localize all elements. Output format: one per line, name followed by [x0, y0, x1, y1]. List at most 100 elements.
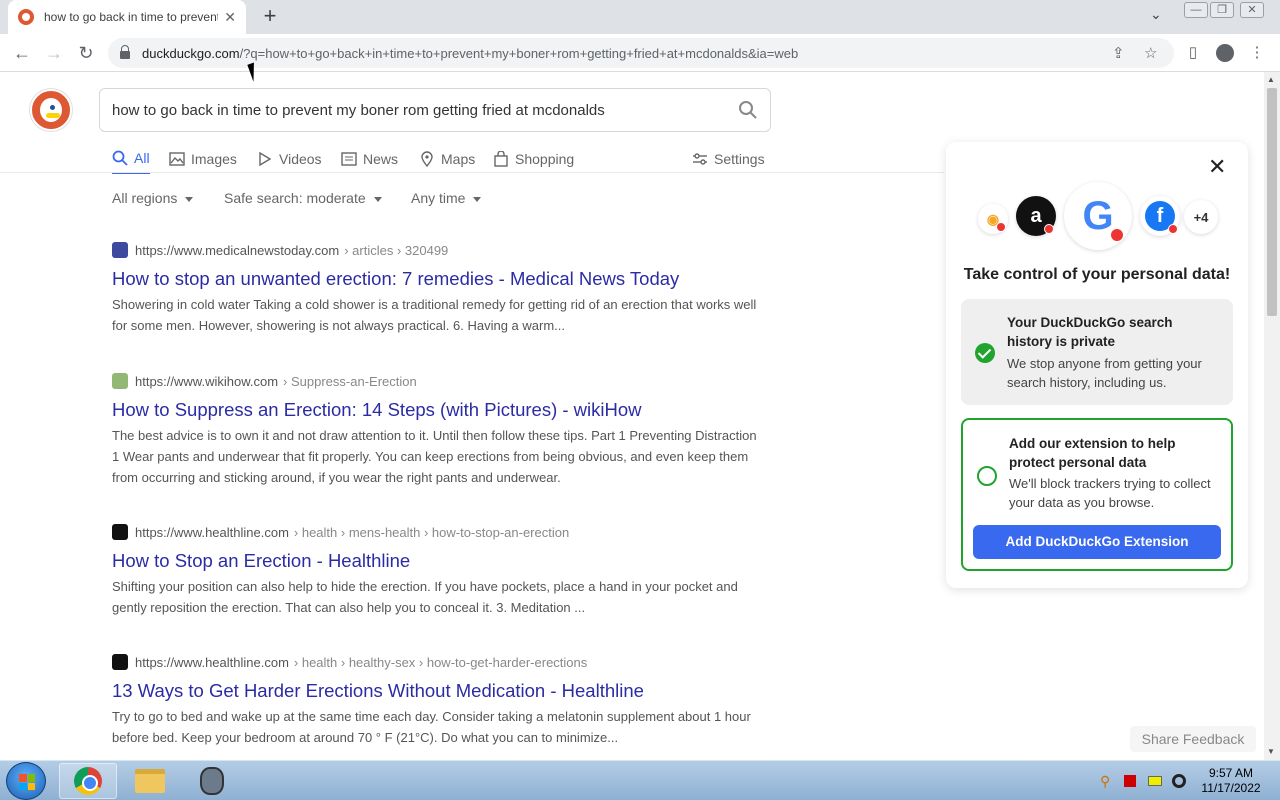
caret-down-icon	[373, 196, 382, 202]
result-url[interactable]: https://www.wikihow.com › Suppress-an-Er…	[112, 372, 762, 390]
result-snippet: The best advice is to own it and not dra…	[112, 428, 757, 485]
image-icon	[169, 152, 185, 166]
result-favicon-icon	[112, 242, 128, 258]
block-icon	[996, 222, 1006, 232]
browser-toolbar: ← → ↻ duckduckgo.com /?q=how+to+go+back+…	[0, 34, 1280, 72]
tab-videos[interactable]: Videos	[257, 146, 322, 172]
caret-down-icon	[473, 196, 482, 202]
tab-maps[interactable]: Maps	[419, 146, 475, 172]
step2-title: Add our extension to help protect person…	[1009, 436, 1176, 470]
tab-all[interactable]: All	[112, 146, 150, 174]
minimize-button[interactable]: —	[1184, 2, 1208, 18]
result-favicon-icon	[112, 524, 128, 540]
taskbar-clock[interactable]: 9:57 AM 11/17/2022	[1196, 766, 1266, 796]
chrome-icon	[74, 767, 102, 795]
taskbar-chrome[interactable]	[59, 763, 117, 799]
close-tab-icon[interactable]: ✕	[224, 9, 236, 26]
result-url[interactable]: https://www.healthline.com › health › me…	[112, 523, 762, 541]
header-divider	[0, 172, 944, 173]
restore-button[interactable]: ❐	[1210, 2, 1234, 18]
private-history-step: Your DuckDuckGo search history is privat…	[961, 299, 1233, 405]
search-result: https://www.healthline.com › health › me…	[112, 523, 762, 618]
windows-logo-icon	[19, 774, 35, 790]
side-panel-icon[interactable]: ▯	[1182, 42, 1204, 64]
search-box	[99, 88, 771, 132]
close-icon[interactable]: ✕	[1208, 156, 1226, 178]
reload-icon[interactable]: ↻	[74, 41, 98, 65]
tab-shopping[interactable]: Shopping	[493, 146, 574, 172]
page-scrollbar[interactable]: ▲ ▼	[1264, 72, 1280, 760]
folder-icon	[135, 769, 165, 793]
facebook-icon: f	[1140, 196, 1180, 236]
caret-down-icon	[185, 196, 194, 202]
block-icon	[1044, 224, 1054, 234]
tab-settings[interactable]: Settings	[692, 146, 765, 172]
result-snippet: Shifting your position can also help to …	[112, 579, 738, 615]
tracker-brand-icon: ◉	[978, 204, 1008, 234]
back-arrow-icon[interactable]: ←	[10, 41, 34, 65]
result-snippet: Try to go to bed and wake up at the same…	[112, 709, 751, 745]
search-result: https://www.medicalnewstoday.com › artic…	[112, 241, 762, 336]
privacy-onboarding-card: ✕ ◉ a G f +4 Take control of your person…	[946, 142, 1248, 588]
volume-tray-icon[interactable]	[1172, 774, 1186, 788]
step1-text: We stop anyone from getting your search …	[1007, 356, 1202, 390]
close-window-button[interactable]: ✕	[1240, 2, 1264, 18]
app-icon	[200, 767, 224, 795]
bookmark-star-icon[interactable]: ☆	[1144, 44, 1157, 62]
safe-search-dropdown[interactable]: Safe search: moderate	[224, 190, 382, 206]
step2-text: We'll block trackers trying to collect y…	[1009, 476, 1211, 510]
result-url[interactable]: https://www.healthline.com › health › he…	[112, 653, 762, 671]
map-pin-icon	[421, 151, 433, 167]
add-extension-step: Add our extension to help protect person…	[961, 418, 1233, 571]
scroll-up-arrow-icon[interactable]: ▲	[1267, 75, 1275, 84]
result-title-link[interactable]: 13 Ways to Get Harder Erections Without …	[112, 680, 762, 702]
taskbar-app[interactable]	[183, 763, 241, 799]
tab-title: how to go back in time to prevent my bon…	[44, 10, 218, 24]
forward-arrow-icon[interactable]: →	[42, 41, 66, 65]
result-snippet: Showering in cold water Taking a cold sh…	[112, 297, 757, 333]
flag-tray-icon[interactable]	[1124, 775, 1136, 787]
battery-tray-icon[interactable]	[1148, 776, 1162, 786]
result-url[interactable]: https://www.medicalnewstoday.com › artic…	[112, 241, 762, 259]
more-trackers-count: +4	[1184, 200, 1218, 234]
tab-images[interactable]: Images	[169, 146, 237, 172]
result-favicon-icon	[112, 654, 128, 670]
duckduckgo-favicon-icon	[18, 9, 34, 25]
share-icon[interactable]: ⇪	[1112, 44, 1125, 62]
checkmark-icon	[975, 343, 995, 363]
time-filter-dropdown[interactable]: Any time	[411, 190, 482, 206]
address-bar[interactable]: duckduckgo.com /?q=how+to+go+back+in+tim…	[108, 38, 1174, 68]
search-result: https://www.wikihow.com › Suppress-an-Er…	[112, 372, 762, 488]
duckduckgo-logo[interactable]	[30, 89, 72, 131]
menu-kebab-icon[interactable]: ⋮	[1246, 42, 1268, 64]
result-title-link[interactable]: How to Stop an Erection - Healthline	[112, 550, 762, 572]
amazon-icon: a	[1016, 196, 1056, 236]
tab-strip: how to go back in time to prevent my bon…	[0, 0, 1280, 34]
result-favicon-icon	[112, 373, 128, 389]
result-title-link[interactable]: How to Suppress an Erection: 14 Steps (w…	[112, 399, 762, 421]
blocked-brands-row: ◉ a G f +4	[978, 182, 1218, 252]
new-tab-button[interactable]: +	[258, 4, 282, 28]
add-extension-button[interactable]: Add DuckDuckGo Extension	[973, 525, 1221, 559]
card-heading: Take control of your personal data!	[963, 266, 1231, 283]
region-filter-dropdown[interactable]: All regions	[112, 190, 194, 206]
browser-tab[interactable]: how to go back in time to prevent my bon…	[8, 0, 246, 34]
step1-title: Your DuckDuckGo search history is privat…	[1007, 315, 1173, 349]
scrollbar-thumb[interactable]	[1267, 88, 1277, 316]
tab-news[interactable]: News	[341, 146, 398, 172]
start-button[interactable]	[6, 762, 46, 800]
tab-search-chevron-icon[interactable]: ⌄	[1150, 6, 1162, 23]
profile-avatar-icon[interactable]	[1216, 44, 1234, 62]
search-input[interactable]	[112, 101, 712, 119]
lock-icon[interactable]	[120, 45, 130, 59]
share-feedback-button[interactable]: Share Feedback	[1130, 726, 1256, 752]
search-tray-icon[interactable]: ⚲	[1100, 773, 1116, 789]
search-icon	[112, 150, 128, 166]
newspaper-icon	[341, 152, 357, 166]
result-title-link[interactable]: How to stop an unwanted erection: 7 reme…	[112, 268, 762, 290]
url-host: duckduckgo.com	[142, 45, 240, 61]
search-icon[interactable]	[738, 100, 758, 120]
scroll-down-arrow-icon[interactable]: ▼	[1267, 747, 1275, 756]
taskbar-explorer[interactable]	[121, 763, 179, 799]
windows-taskbar: ⚲ 9:57 AM 11/17/2022	[0, 760, 1280, 800]
